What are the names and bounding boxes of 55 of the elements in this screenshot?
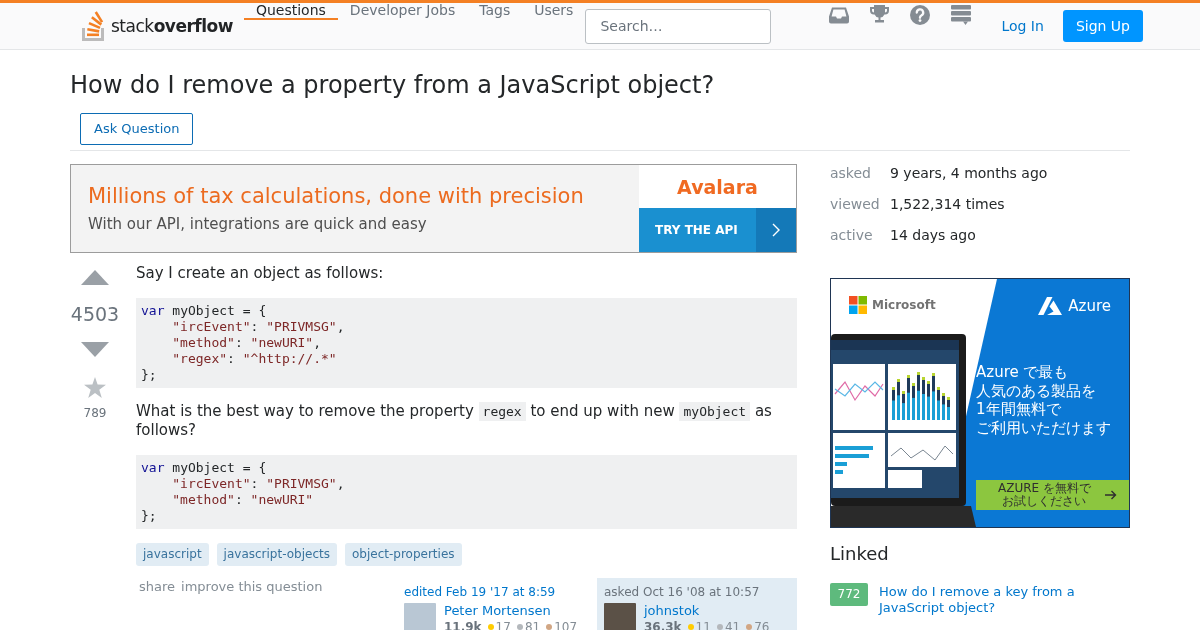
linked-question-link[interactable]: How do I remove a key from a JavaScript object? — [879, 584, 1130, 616]
favorite-count: 789 — [83, 406, 107, 420]
stat-label: viewed — [830, 195, 881, 213]
post-menu-link[interactable]: share — [139, 578, 176, 596]
tag[interactable]: javascript-objects — [216, 543, 337, 566]
nav-tab[interactable]: Tags — [467, 3, 523, 20]
nav-tab[interactable]: Questions — [243, 3, 338, 20]
search-field[interactable]: Search… — [585, 8, 772, 44]
post-menu-link[interactable]: improve this question — [181, 578, 323, 596]
ad-subline: With our API, integrations are quick and easy — [88, 215, 428, 234]
stat-value: 14 days ago — [890, 226, 976, 244]
stat-label: asked — [830, 164, 872, 182]
star-icon[interactable] — [84, 377, 106, 398]
tag[interactable]: javascript — [136, 543, 209, 566]
user-name-link[interactable]: johnstok — [644, 603, 770, 619]
asked-date: asked Oct 16 '08 at 10:57 — [604, 585, 761, 600]
advertisement-banner[interactable]: Millions of tax calculations, done with precision With our API, integrations are quick and easy Avalara TRY THE API — [70, 164, 797, 253]
help-icon[interactable] — [910, 5, 931, 25]
four-squares-logo-icon — [849, 296, 867, 314]
ad-cta-button[interactable]: TRY THE API — [639, 208, 796, 252]
question-paragraph: Say I create an object as follows: — [136, 264, 385, 283]
question-title: How do I remove a property from a JavaScript object? — [70, 71, 716, 99]
review-queue-icon[interactable] — [951, 5, 972, 25]
code-block: var myObject = { "ircEvent": "PRIVMSG", "method": "newURI", "regex": "^http://.*" }; — [136, 298, 797, 388]
tag[interactable]: object-properties — [344, 543, 462, 566]
brand-name: Microsoft — [872, 297, 936, 314]
ad-cta-button[interactable]: AZURE を無料で お試しください — [976, 480, 1129, 510]
linked-score: 772 — [830, 583, 868, 606]
nav-tab[interactable]: Users — [522, 3, 586, 20]
signup-button[interactable]: Sign Up — [1062, 10, 1143, 42]
logo-wordmark[interactable]: stackoverflow — [111, 15, 233, 37]
trophy-icon[interactable] — [870, 5, 890, 25]
advertisement-banner[interactable]: Microsoft Azure Azure で最も 人気のある製品を 1年間無料で ご利用いただけます AZURE を無料で お試しください — [830, 278, 1130, 528]
stat-label: active — [830, 226, 874, 244]
stat-value: 9 years, 4 months ago — [890, 164, 1048, 182]
user-name-link[interactable]: Peter Mortensen — [444, 603, 578, 619]
upvote-arrow-icon[interactable] — [81, 270, 109, 285]
stat-value: 1,522,314 times — [890, 195, 1005, 213]
brand-logo: Avalara — [677, 175, 758, 198]
revision-link[interactable]: edited Feb 19 '17 at 8:59 — [404, 585, 590, 600]
linked-heading: Linked — [830, 542, 890, 566]
login-link[interactable]: Log In — [991, 10, 1054, 42]
ad-headline: Millions of tax calculations, done with precision — [88, 183, 585, 209]
arrow-right-icon — [1105, 490, 1117, 500]
downvote-arrow-icon[interactable] — [81, 342, 109, 357]
nav-tab[interactable]: Developer Jobs — [337, 3, 468, 20]
ad-headline: Azure で最も 人気のある製品を 1年間無料で ご利用いただけます — [976, 363, 1112, 437]
question-paragraph: What is the best way to remove the property regex to end up with new myObject as follows? — [136, 402, 773, 440]
product-name: Azure — [1068, 297, 1111, 315]
vote-score: 4503 — [70, 302, 120, 326]
code-block: var myObject = { "ircEvent": "PRIVMSG", "method": "newURI" }; — [136, 455, 797, 529]
inbox-icon[interactable] — [829, 7, 850, 24]
ask-question-button[interactable]: Ask Question — [80, 113, 194, 145]
chevron-right-icon — [772, 223, 780, 237]
triangle-logo-icon — [1038, 297, 1063, 315]
